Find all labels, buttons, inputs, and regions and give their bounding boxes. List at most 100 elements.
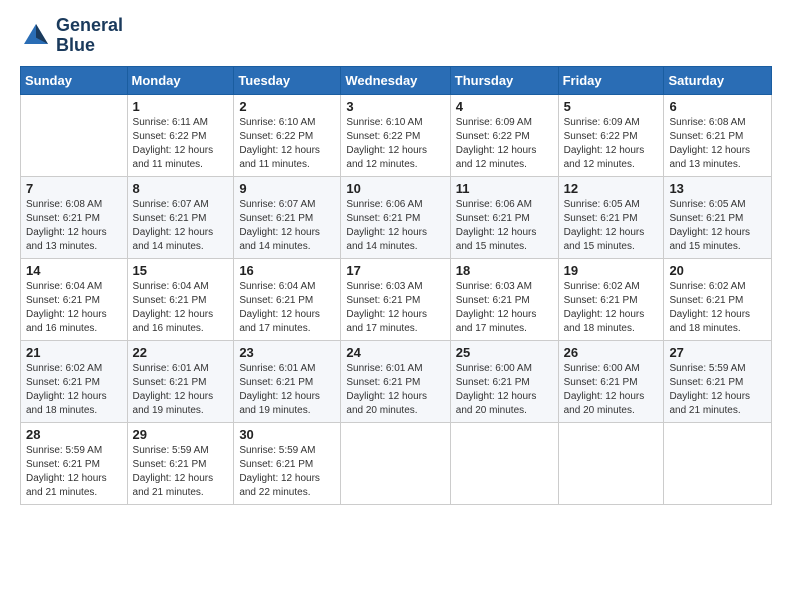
day-info: Sunrise: 6:09 AM Sunset: 6:22 PM Dayligh… [456, 116, 553, 172]
day-info: Sunrise: 6:01 AM Sunset: 6:21 PM Dayligh… [346, 362, 444, 418]
day-number: 26 [564, 345, 659, 360]
calendar-cell: 18 Sunrise: 6:03 AM Sunset: 6:21 PM Dayli… [450, 258, 558, 340]
calendar-cell [450, 422, 558, 504]
day-info: Sunrise: 5:59 AM Sunset: 6:21 PM Dayligh… [669, 362, 766, 418]
day-number: 29 [133, 427, 229, 442]
day-info: Sunrise: 6:11 AM Sunset: 6:22 PM Dayligh… [133, 116, 229, 172]
day-info: Sunrise: 6:03 AM Sunset: 6:21 PM Dayligh… [346, 280, 444, 336]
calendar-cell: 9 Sunrise: 6:07 AM Sunset: 6:21 PM Daylig… [234, 176, 341, 258]
calendar-cell: 16 Sunrise: 6:04 AM Sunset: 6:21 PM Dayli… [234, 258, 341, 340]
day-info: Sunrise: 6:02 AM Sunset: 6:21 PM Dayligh… [564, 280, 659, 336]
calendar-cell: 21 Sunrise: 6:02 AM Sunset: 6:21 PM Dayli… [21, 340, 128, 422]
calendar-cell: 15Sunrise: 6:04 AM Sunset: 6:21 PM Dayli… [127, 258, 234, 340]
col-sunday: Sunday [21, 66, 128, 94]
day-info: Sunrise: 6:02 AM Sunset: 6:21 PM Dayligh… [26, 362, 122, 418]
day-number: 15 [133, 263, 229, 278]
day-info: Sunrise: 6:03 AM Sunset: 6:21 PM Dayligh… [456, 280, 553, 336]
col-wednesday: Wednesday [341, 66, 450, 94]
calendar-cell: 30 Sunrise: 5:59 AM Sunset: 6:21 PM Dayli… [234, 422, 341, 504]
calendar-cell [558, 422, 664, 504]
day-number: 6 [669, 99, 766, 114]
day-number: 20 [669, 263, 766, 278]
day-info: Sunrise: 5:59 AM Sunset: 6:21 PM Dayligh… [239, 444, 335, 500]
day-number: 25 [456, 345, 553, 360]
calendar-week-5: 28Sunrise: 5:59 AM Sunset: 6:21 PM Dayli… [21, 422, 772, 504]
logo-text: General Blue [56, 16, 123, 56]
calendar-cell: 3Sunrise: 6:10 AM Sunset: 6:22 PM Daylig… [341, 94, 450, 176]
calendar-cell: 12 Sunrise: 6:05 AM Sunset: 6:21 PM Dayli… [558, 176, 664, 258]
col-friday: Friday [558, 66, 664, 94]
day-info: Sunrise: 6:00 AM Sunset: 6:21 PM Dayligh… [456, 362, 553, 418]
col-thursday: Thursday [450, 66, 558, 94]
calendar-week-2: 7 Sunrise: 6:08 AM Sunset: 6:21 PM Daylig… [21, 176, 772, 258]
day-info: Sunrise: 6:08 AM Sunset: 6:21 PM Dayligh… [26, 198, 122, 254]
day-info: Sunrise: 6:06 AM Sunset: 6:21 PM Dayligh… [346, 198, 444, 254]
calendar-cell: 7 Sunrise: 6:08 AM Sunset: 6:21 PM Daylig… [21, 176, 128, 258]
calendar-cell: 26 Sunrise: 6:00 AM Sunset: 6:21 PM Dayli… [558, 340, 664, 422]
day-number: 30 [239, 427, 335, 442]
calendar-cell: 14 Sunrise: 6:04 AM Sunset: 6:21 PM Dayli… [21, 258, 128, 340]
calendar-cell: 19 Sunrise: 6:02 AM Sunset: 6:21 PM Dayli… [558, 258, 664, 340]
calendar-cell: 5 Sunrise: 6:09 AM Sunset: 6:22 PM Daylig… [558, 94, 664, 176]
col-saturday: Saturday [664, 66, 772, 94]
day-number: 19 [564, 263, 659, 278]
day-info: Sunrise: 6:04 AM Sunset: 6:21 PM Dayligh… [26, 280, 122, 336]
day-number: 5 [564, 99, 659, 114]
day-info: Sunrise: 6:01 AM Sunset: 6:21 PM Dayligh… [239, 362, 335, 418]
calendar-cell: 17 Sunrise: 6:03 AM Sunset: 6:21 PM Dayli… [341, 258, 450, 340]
day-number: 9 [239, 181, 335, 196]
day-info: Sunrise: 6:07 AM Sunset: 6:21 PM Dayligh… [133, 198, 229, 254]
day-info: Sunrise: 6:00 AM Sunset: 6:21 PM Dayligh… [564, 362, 659, 418]
day-info: Sunrise: 6:10 AM Sunset: 6:22 PM Dayligh… [239, 116, 335, 172]
calendar-table: Sunday Monday Tuesday Wednesday Thursday… [20, 66, 772, 505]
day-info: Sunrise: 6:01 AM Sunset: 6:21 PM Dayligh… [133, 362, 229, 418]
day-number: 18 [456, 263, 553, 278]
day-info: Sunrise: 6:04 AM Sunset: 6:21 PM Dayligh… [239, 280, 335, 336]
col-monday: Monday [127, 66, 234, 94]
calendar-cell: 28Sunrise: 5:59 AM Sunset: 6:21 PM Dayli… [21, 422, 128, 504]
calendar-week-1: 1 Sunrise: 6:11 AM Sunset: 6:22 PM Daylig… [21, 94, 772, 176]
calendar-cell: 25 Sunrise: 6:00 AM Sunset: 6:21 PM Dayli… [450, 340, 558, 422]
calendar-cell: 4 Sunrise: 6:09 AM Sunset: 6:22 PM Daylig… [450, 94, 558, 176]
calendar-cell: 10 Sunrise: 6:06 AM Sunset: 6:21 PM Dayli… [341, 176, 450, 258]
day-info: Sunrise: 5:59 AM Sunset: 6:21 PM Dayligh… [26, 444, 122, 500]
calendar-week-3: 14 Sunrise: 6:04 AM Sunset: 6:21 PM Dayli… [21, 258, 772, 340]
day-number: 14 [26, 263, 122, 278]
day-number: 24 [346, 345, 444, 360]
calendar-cell: 1 Sunrise: 6:11 AM Sunset: 6:22 PM Daylig… [127, 94, 234, 176]
calendar-week-4: 21 Sunrise: 6:02 AM Sunset: 6:21 PM Dayli… [21, 340, 772, 422]
calendar-cell: 13 Sunrise: 6:05 AM Sunset: 6:21 PM Dayli… [664, 176, 772, 258]
logo: General Blue [20, 16, 123, 56]
header: General Blue [20, 16, 772, 56]
calendar-cell [341, 422, 450, 504]
day-number: 7 [26, 181, 122, 196]
day-info: Sunrise: 6:07 AM Sunset: 6:21 PM Dayligh… [239, 198, 335, 254]
day-number: 22 [133, 345, 229, 360]
day-number: 17 [346, 263, 444, 278]
calendar-cell: 27Sunrise: 5:59 AM Sunset: 6:21 PM Dayli… [664, 340, 772, 422]
page: General Blue Sunday Monday Tuesday Wedne… [0, 0, 792, 612]
day-info: Sunrise: 6:05 AM Sunset: 6:21 PM Dayligh… [564, 198, 659, 254]
calendar-cell: 8 Sunrise: 6:07 AM Sunset: 6:21 PM Daylig… [127, 176, 234, 258]
calendar-cell: 11Sunrise: 6:06 AM Sunset: 6:21 PM Dayli… [450, 176, 558, 258]
logo-icon [20, 20, 52, 52]
day-number: 8 [133, 181, 229, 196]
calendar-cell: 20 Sunrise: 6:02 AM Sunset: 6:21 PM Dayli… [664, 258, 772, 340]
day-number: 23 [239, 345, 335, 360]
day-number: 10 [346, 181, 444, 196]
day-info: Sunrise: 5:59 AM Sunset: 6:21 PM Dayligh… [133, 444, 229, 500]
day-info: Sunrise: 6:05 AM Sunset: 6:21 PM Dayligh… [669, 198, 766, 254]
day-number: 1 [133, 99, 229, 114]
day-number: 12 [564, 181, 659, 196]
calendar-cell: 29 Sunrise: 5:59 AM Sunset: 6:21 PM Dayli… [127, 422, 234, 504]
calendar-cell: 6 Sunrise: 6:08 AM Sunset: 6:21 PM Daylig… [664, 94, 772, 176]
day-number: 3 [346, 99, 444, 114]
day-number: 13 [669, 181, 766, 196]
day-number: 21 [26, 345, 122, 360]
day-info: Sunrise: 6:02 AM Sunset: 6:21 PM Dayligh… [669, 280, 766, 336]
day-info: Sunrise: 6:08 AM Sunset: 6:21 PM Dayligh… [669, 116, 766, 172]
day-number: 16 [239, 263, 335, 278]
day-number: 4 [456, 99, 553, 114]
day-info: Sunrise: 6:09 AM Sunset: 6:22 PM Dayligh… [564, 116, 659, 172]
calendar-cell: 23 Sunrise: 6:01 AM Sunset: 6:21 PM Dayli… [234, 340, 341, 422]
